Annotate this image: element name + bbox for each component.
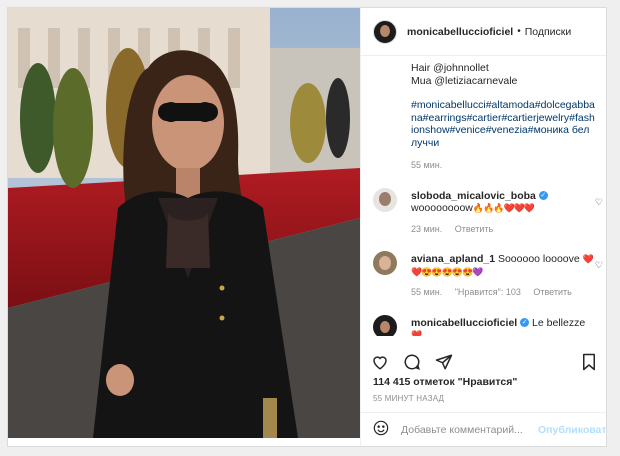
following-button[interactable]: Подписки <box>525 26 572 38</box>
publish-button[interactable]: Опубликовать <box>538 424 606 436</box>
comment-icon[interactable] <box>403 353 421 371</box>
comment-username[interactable]: sloboda_micalovic_boba <box>411 190 536 202</box>
post-header: monicabelluccioficiel • Подписки <box>361 8 606 56</box>
comment-input[interactable] <box>399 422 538 437</box>
post-photo-illustration <box>8 8 360 438</box>
reply-button[interactable]: Ответить <box>455 224 493 234</box>
heart-icon[interactable] <box>371 353 389 371</box>
verified-badge-icon: ✓ <box>520 318 530 328</box>
share-icon[interactable] <box>435 353 453 371</box>
caption-hair: Hair @johnnollet <box>411 62 489 74</box>
comment-text: Soooooo loooove <box>497 253 580 265</box>
comment-avatar-image <box>373 314 397 336</box>
instagram-post: monicabelluccioficiel • Подписки Hair @j… <box>7 7 607 447</box>
emoji-icon[interactable] <box>373 420 389 439</box>
comment-meta: 23 мин. Ответить <box>411 223 595 236</box>
separator-dot: • <box>517 26 521 37</box>
comment-avatar[interactable] <box>373 251 397 275</box>
comment-username[interactable]: aviana_apland_1 <box>411 253 495 265</box>
list-item: aviana_apland_1 Soooooo loooove ❤️❤️😍😍😍😍… <box>373 251 603 299</box>
post-timestamp: 55 минут назад <box>373 394 445 403</box>
comment-emoji: ❤️ <box>411 330 422 336</box>
comment-likes[interactable]: "Нравится": 103 <box>455 287 521 297</box>
post-actions-bar <box>361 344 606 380</box>
caption-hashtags[interactable]: #monicabellucci#altamoda#dolcegabbana#ea… <box>411 99 595 149</box>
comment-username[interactable]: monicabelluccioficiel <box>411 317 517 329</box>
caption-time: 55 мин. <box>411 160 443 170</box>
comment-avatar[interactable] <box>373 314 397 336</box>
comment-text: Le bellezze <box>532 316 586 329</box>
add-comment-bar: Опубликовать <box>361 412 606 446</box>
likes-count[interactable]: 114 415 отметок "Нравится" <box>373 376 517 388</box>
post-photo[interactable] <box>8 8 360 438</box>
comment-emoji: 🔥🔥🔥❤️❤️❤️ <box>472 203 535 213</box>
avatar[interactable] <box>373 19 397 44</box>
post-username[interactable]: monicabelluccioficiel <box>407 26 513 38</box>
verified-badge-icon: ✓ <box>538 191 548 201</box>
comment-text: woooooooow <box>411 202 473 214</box>
list-item: monicabelluccioficiel ✓ Le bellezze ❤️ <box>373 314 595 336</box>
comment-meta: 55 мин. "Нравится": 103 Ответить <box>411 286 595 299</box>
comment-time: 55 мин. <box>411 287 443 297</box>
comment-avatar-image <box>373 251 397 275</box>
comments-list: Hair @johnnollet Mua @letiziacarnevale #… <box>361 56 606 336</box>
comment-avatar[interactable] <box>373 187 397 212</box>
comment-avatar-image <box>373 187 397 212</box>
like-comment-heart-icon[interactable]: ♡ <box>595 259 603 272</box>
list-item: sloboda_micalovic_boba ✓ woooooooow🔥🔥🔥❤️… <box>373 187 603 236</box>
caption-mua: Mua @letiziacarnevale <box>411 74 518 87</box>
like-comment-heart-icon[interactable]: ♡ <box>595 196 603 209</box>
post-side-panel: monicabelluccioficiel • Подписки Hair @j… <box>360 8 606 446</box>
comment-time: 23 мин. <box>411 223 443 234</box>
bookmark-icon[interactable] <box>581 353 597 371</box>
reply-button[interactable]: Ответить <box>533 287 571 297</box>
